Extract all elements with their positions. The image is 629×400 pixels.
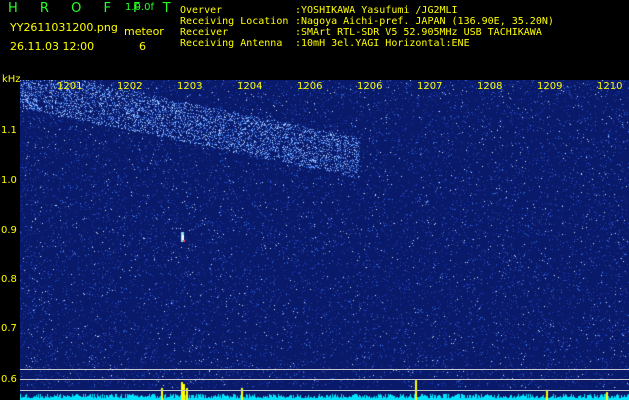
reference-line	[20, 390, 629, 391]
image-filename: YY2611031200.png	[10, 21, 118, 34]
reference-line	[20, 379, 629, 380]
observation-datetime: 26.11.03 12:00	[10, 40, 95, 53]
reference-line	[20, 369, 629, 370]
x-tick-label: 1204	[237, 81, 263, 92]
info-row-location: Receiving Location :Nagoya Aichi-pref. JA…	[180, 16, 554, 27]
info-value: :Nagoya Aichi-pref. JAPAN (136.90E, 35.2…	[295, 16, 554, 27]
info-key: Overver	[180, 5, 223, 16]
header: H R O F F T 1.0.0f YY2611031200.png 26.1…	[0, 0, 629, 80]
x-tick-label: 1207	[417, 81, 443, 92]
y-tick-label: 0.8	[1, 274, 17, 285]
y-tick-label: 0.9	[1, 225, 17, 236]
info-value: :SMArt RTL-SDR V5 52.905MHz USB TACHIKAW…	[295, 27, 542, 38]
spectrogram-plot	[20, 80, 629, 400]
x-tick-label: 1210	[597, 81, 623, 92]
info-key: Receiving Location	[180, 16, 289, 27]
spectrogram-canvas	[20, 80, 629, 400]
info-row-antenna: Receiving Antenna :10mH 3el.YAGI Horizont…	[180, 38, 554, 49]
meteor-label: meteor	[124, 25, 164, 38]
station-info: Overver :YOSHIKAWA Yasufumi /JG2MLI Recei…	[180, 5, 554, 49]
info-value: :10mH 3el.YAGI Horizontal:ENE	[295, 38, 470, 49]
y-tick-label: 1.0	[1, 175, 17, 186]
x-tick-label: 1209	[537, 81, 563, 92]
x-tick-label: 1206	[357, 81, 383, 92]
info-key: Receiving Antenna	[180, 38, 283, 49]
y-tick-label: 0.7	[1, 323, 17, 334]
x-tick-label: 1202	[117, 81, 143, 92]
info-value: :YOSHIKAWA Yasufumi /JG2MLI	[295, 5, 458, 16]
x-tick-label: 1208	[477, 81, 503, 92]
x-tick-label: 1203	[177, 81, 203, 92]
app-version: 1.0.0f	[125, 2, 154, 13]
y-axis-unit: kHz	[2, 74, 21, 85]
meteor-count: 6	[139, 40, 146, 53]
info-row-receiver: Receiver :SMArt RTL-SDR V5 52.905MHz USB …	[180, 27, 554, 38]
x-tick-label: 1201	[57, 81, 83, 92]
y-tick-label: 0.6	[1, 374, 17, 385]
x-tick-label: 1206	[297, 81, 323, 92]
y-tick-label: 1.1	[1, 125, 17, 136]
info-key: Receiver	[180, 27, 229, 38]
info-row-observer: Overver :YOSHIKAWA Yasufumi /JG2MLI	[180, 5, 554, 16]
